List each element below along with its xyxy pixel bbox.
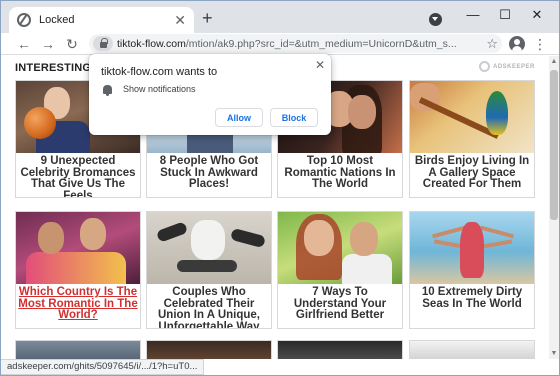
ad-card[interactable]: Birds Enjoy Living In A Gallery Space Cr… — [409, 80, 535, 198]
adskeeper-logo[interactable]: ADSKEEPER — [479, 61, 535, 72]
site-info-button[interactable] — [93, 36, 113, 51]
ad-thumbnail[interactable] — [147, 341, 271, 359]
ad-thumbnail[interactable] — [410, 212, 534, 284]
adskeeper-label: ADSKEEPER — [493, 63, 535, 70]
menu-icon[interactable]: ⋮ — [533, 34, 547, 54]
ad-thumbnail[interactable] — [410, 81, 534, 153]
scroll-up-icon[interactable]: ▲ — [550, 58, 558, 65]
allow-button[interactable]: Allow — [215, 108, 263, 127]
ad-caption-link[interactable]: Which Country Is The Most Romantic In Th… — [16, 284, 140, 322]
notification-permission-dialog: tiktok-flow.com wants to ✕ Show notifica… — [89, 54, 331, 135]
tab-locked[interactable]: Locked ✕ — [9, 7, 194, 33]
ad-card[interactable]: Couples Who Celebrated Their Union In A … — [146, 211, 272, 329]
ad-caption[interactable]: 8 People Who Got Stuck In Awkward Places… — [147, 153, 271, 191]
bell-icon — [103, 85, 112, 96]
block-button[interactable]: Block — [270, 108, 318, 127]
section-title: INTERESTING — [15, 62, 92, 74]
scroll-down-icon[interactable]: ▼ — [550, 350, 558, 357]
ad-thumbnail[interactable] — [410, 341, 534, 359]
tab-strip: Locked ✕ + — ☐ ✕ — [1, 1, 559, 33]
ad-thumbnail[interactable] — [278, 212, 402, 284]
dialog-close-icon[interactable]: ✕ — [315, 58, 325, 72]
ad-thumbnail[interactable] — [16, 341, 140, 359]
lock-icon — [99, 38, 108, 48]
ad-thumbnail[interactable] — [147, 212, 271, 284]
reload-button[interactable]: ↻ — [63, 34, 81, 54]
ad-card[interactable] — [409, 340, 535, 359]
ad-caption[interactable]: Top 10 Most Romantic Nations In The Worl… — [278, 153, 402, 191]
ad-caption[interactable]: 10 Extremely Dirty Seas In The World — [410, 284, 534, 310]
ad-thumbnail[interactable] — [278, 341, 402, 359]
ad-card[interactable] — [15, 340, 141, 359]
profile-avatar[interactable] — [509, 36, 525, 52]
ad-card[interactable] — [277, 340, 403, 359]
ad-thumbnail[interactable] — [16, 212, 140, 284]
dialog-title: tiktok-flow.com wants to — [101, 66, 218, 78]
ad-card[interactable]: Which Country Is The Most Romantic In Th… — [15, 211, 141, 329]
back-button[interactable]: ← — [15, 34, 33, 54]
url-host: tiktok-flow.com — [117, 37, 186, 50]
scrollbar-thumb[interactable] — [550, 70, 558, 220]
status-bar: adskeeper.com/ghits/5097645/i/.../1?h=uT… — [1, 359, 205, 375]
address-bar[interactable]: tiktok-flow.com/mtion/ak9.php?src_id=&ut… — [89, 34, 502, 53]
ad-caption[interactable]: 7 Ways To Understand Your Girlfriend Bet… — [278, 284, 402, 322]
ad-card[interactable]: 10 Extremely Dirty Seas In The World — [409, 211, 535, 329]
key-icon — [479, 61, 490, 72]
blocked-icon — [17, 13, 31, 27]
url-path: /mtion/ak9.php?src_id=&utm_medium=Unicor… — [185, 37, 457, 50]
ad-card[interactable]: 7 Ways To Understand Your Girlfriend Bet… — [277, 211, 403, 329]
dialog-message: Show notifications — [123, 84, 196, 94]
tab-title: Locked — [39, 14, 75, 26]
tab-close-icon[interactable]: ✕ — [174, 13, 186, 27]
toolbar: ← → ↻ tiktok-flow.com/mtion/ak9.php?src_… — [1, 33, 559, 55]
browser-window: Locked ✕ + — ☐ ✕ ← → ↻ tiktok-flow.com/m… — [0, 0, 560, 376]
ad-caption[interactable]: Birds Enjoy Living In A Gallery Space Cr… — [410, 153, 534, 191]
ad-caption[interactable]: Couples Who Celebrated Their Union In A … — [147, 284, 271, 328]
new-tab-button[interactable]: + — [202, 9, 213, 27]
tab-search-icon[interactable] — [429, 13, 442, 26]
url-text[interactable]: tiktok-flow.com/mtion/ak9.php?src_id=&ut… — [117, 38, 482, 50]
bookmark-star-icon[interactable]: ☆ — [486, 36, 498, 52]
forward-button[interactable]: → — [39, 34, 57, 54]
ad-card[interactable] — [146, 340, 272, 359]
minimize-button[interactable]: — — [463, 7, 483, 22]
maximize-button[interactable]: ☐ — [495, 7, 515, 23]
close-window-button[interactable]: ✕ — [527, 7, 547, 23]
ad-caption[interactable]: 9 Unexpected Celebrity Bromances That Gi… — [16, 153, 140, 197]
vertical-scrollbar[interactable]: ▲ ▼ — [549, 56, 559, 359]
